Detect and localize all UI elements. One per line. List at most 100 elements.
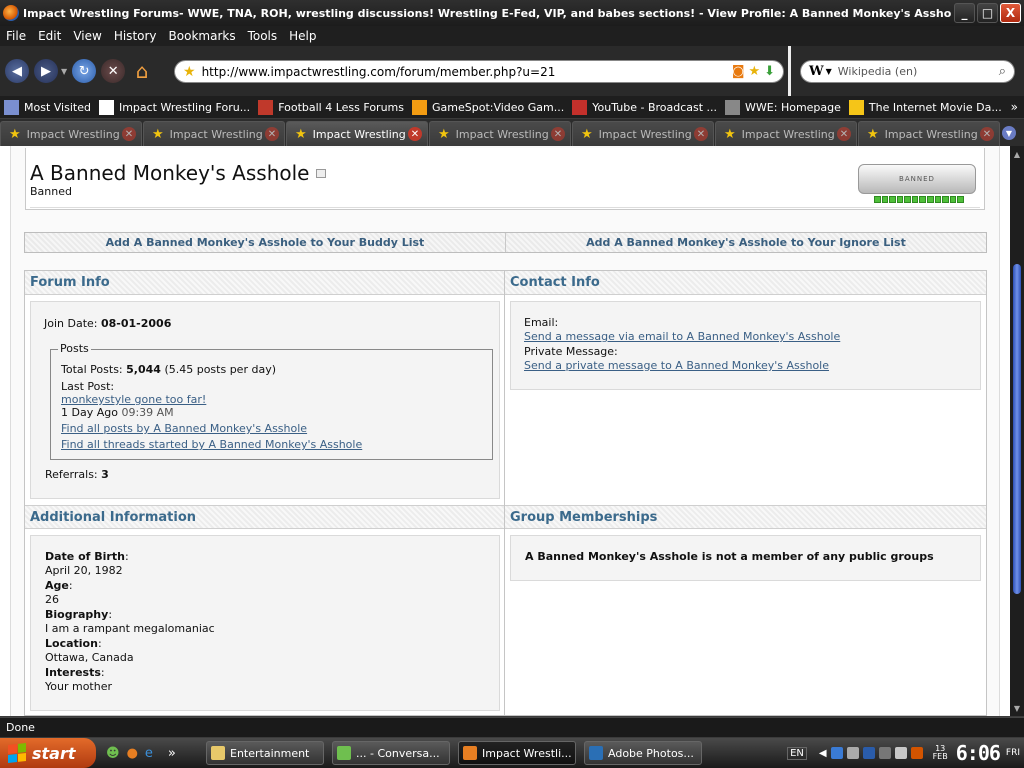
tab-close-icon[interactable]: ✕ (980, 127, 994, 141)
minimize-button[interactable]: _ (954, 3, 975, 23)
close-button[interactable]: X (1000, 3, 1021, 23)
url-text[interactable]: http://www.impactwrestling.com/forum/mem… (202, 65, 732, 79)
browser-tab[interactable]: ★ Impact Wrestling ...✕ (143, 121, 285, 146)
menu-edit[interactable]: Edit (32, 29, 67, 43)
tab-close-icon[interactable]: ✕ (265, 127, 279, 141)
quick-launch-more-icon[interactable]: » (168, 746, 176, 761)
bookmark-item[interactable]: WWE: Homepage (725, 99, 841, 115)
tray-app-icon[interactable] (830, 747, 843, 759)
tray-volume-icon[interactable] (894, 747, 907, 759)
reputation-pip (957, 196, 964, 203)
browser-tab[interactable]: ★ Impact Wrestling ...✕ (715, 121, 857, 146)
browser-tab[interactable]: ★ Impact Wrestling ...✕ (286, 121, 428, 146)
info-field-value: April 20, 1982 (45, 564, 123, 577)
reputation-pip (889, 196, 896, 203)
history-dropdown-icon[interactable]: ▼ (61, 67, 67, 76)
menu-file[interactable]: File (0, 29, 32, 43)
tab-close-icon[interactable]: ✕ (122, 127, 136, 141)
menu-tools[interactable]: Tools (242, 29, 284, 43)
bookmark-item[interactable]: GameSpot:Video Gam... (412, 99, 564, 115)
maximize-button[interactable]: □ (977, 3, 998, 23)
go-arrow-icon[interactable]: ⬇ (764, 64, 775, 79)
email-link[interactable]: Send a message via email to A Banned Mon… (524, 330, 840, 344)
site-identity-icon[interactable]: ★ (183, 64, 196, 80)
reload-button[interactable]: ↻ (72, 59, 97, 83)
windows-logo-icon (8, 743, 26, 763)
menu-history[interactable]: History (108, 29, 163, 43)
scroll-down-icon[interactable]: ▼ (1011, 702, 1023, 714)
taskbar-window-button[interactable]: ... - Conversa... (332, 741, 450, 765)
start-label: start (32, 743, 76, 763)
firefox-icon[interactable] (3, 5, 19, 21)
list-all-tabs-icon[interactable]: ▼ (1002, 126, 1016, 140)
bookmark-label: WWE: Homepage (745, 100, 841, 114)
browser-tab[interactable]: ★ Impact Wrestling ...✕ (0, 121, 142, 146)
tray-clock[interactable]: 6:06 (956, 741, 1001, 765)
home-button[interactable]: ⌂ (130, 59, 154, 83)
bookmark-item[interactable]: Football 4 Less Forums (258, 99, 404, 115)
bookmark-item[interactable]: Most Visited (4, 99, 91, 115)
bookmark-star-icon[interactable]: ★ (748, 64, 760, 79)
tab-close-icon[interactable]: ✕ (837, 127, 851, 141)
search-bar[interactable]: W ▼ Wikipedia (en) ⌕ (800, 60, 1015, 83)
menu-view[interactable]: View (67, 29, 107, 43)
rss-feed-icon[interactable]: ◙ (732, 64, 745, 79)
tray-security-icon[interactable] (910, 747, 923, 759)
favicon-star-icon: ★ (152, 126, 164, 142)
tray-network-icon[interactable] (862, 747, 875, 759)
taskbar-window-button[interactable]: Impact Wrestli... (458, 741, 576, 765)
menu-bookmarks[interactable]: Bookmarks (163, 29, 242, 43)
last-post-datetime: 1 Day Ago 09:39 AM (61, 406, 174, 420)
tab-label: Impact Wrestling ... (169, 127, 265, 141)
scrollbar-thumb[interactable] (1013, 264, 1021, 594)
search-icon[interactable]: ⌕ (999, 64, 1006, 79)
tray-monitor-icon[interactable] (878, 747, 891, 759)
tab-label: Impact Wrestling ... (312, 127, 408, 141)
taskbar-window-button[interactable]: Entertainment (206, 741, 324, 765)
find-posts-link[interactable]: Find all posts by A Banned Monkey's Assh… (61, 422, 307, 436)
search-engine-dropdown-icon[interactable]: ▼ (826, 67, 832, 76)
bookmarks-overflow-icon[interactable]: » (1011, 100, 1018, 114)
bookmark-item[interactable]: YouTube - Broadcast ... (572, 99, 717, 115)
status-bar: Done (0, 717, 1024, 737)
tray-user-icon[interactable] (846, 747, 859, 759)
last-post-link[interactable]: monkeystyle gone too far! (61, 393, 206, 407)
messenger-icon[interactable]: ☻ (106, 746, 120, 761)
add-ignore-link[interactable]: Add A Banned Monkey's Asshole to Your Ig… (506, 233, 986, 252)
url-bar[interactable]: ★ http://www.impactwrestling.com/forum/m… (174, 60, 784, 83)
search-input[interactable]: Wikipedia (en) (838, 65, 999, 78)
back-button[interactable]: ◀ (5, 59, 29, 83)
stop-button[interactable]: ✕ (101, 59, 126, 83)
vertical-scrollbar[interactable]: ▲ ▼ (1010, 146, 1024, 716)
bookmark-item[interactable]: The Internet Movie Da... (848, 99, 1002, 115)
private-message-link[interactable]: Send a private message to A Banned Monke… (524, 359, 829, 373)
tab-close-icon[interactable]: ✕ (551, 127, 565, 141)
find-threads-link[interactable]: Find all threads started by A Banned Mon… (61, 438, 362, 452)
bookmark-item[interactable]: Impact Wrestling Foru... (98, 99, 251, 115)
browser-tab[interactable]: ★ Impact Wrestling ...✕ (858, 121, 1000, 146)
menu-help[interactable]: Help (283, 29, 322, 43)
start-button[interactable]: start (0, 738, 96, 768)
forward-button[interactable]: ▶ (34, 59, 58, 83)
toolbar-splitter[interactable] (788, 46, 791, 96)
add-buddy-link[interactable]: Add A Banned Monkey's Asshole to Your Bu… (25, 233, 506, 252)
tray-weekday: FRI (1005, 748, 1020, 758)
tab-close-icon[interactable]: ✕ (694, 127, 708, 141)
reputation-pip (949, 196, 957, 203)
reputation-pip (919, 196, 927, 203)
bookmark-label: Impact Wrestling Foru... (118, 100, 251, 114)
search-engine-icon[interactable]: W (809, 64, 824, 79)
tab-close-icon[interactable]: ✕ (408, 127, 422, 141)
firefox-quicklaunch-icon[interactable]: ● (127, 746, 138, 761)
info-field: Location: Ottawa, Canada (45, 637, 215, 665)
internet-explorer-icon[interactable]: e (145, 746, 153, 761)
contact-info-heading: Contact Info (505, 271, 986, 295)
scroll-up-icon[interactable]: ▲ (1011, 148, 1023, 160)
tray-expand-icon[interactable]: ◀ (819, 748, 827, 759)
language-indicator[interactable]: EN (787, 746, 807, 760)
taskbar-window-button[interactable]: Adobe Photos... (584, 741, 702, 765)
browser-tab[interactable]: ★ Impact Wrestling ...✕ (572, 121, 714, 146)
user-title: Banned (30, 185, 72, 198)
reputation-pip (874, 196, 881, 203)
browser-tab[interactable]: ★ Impact Wrestling ...✕ (429, 121, 571, 146)
